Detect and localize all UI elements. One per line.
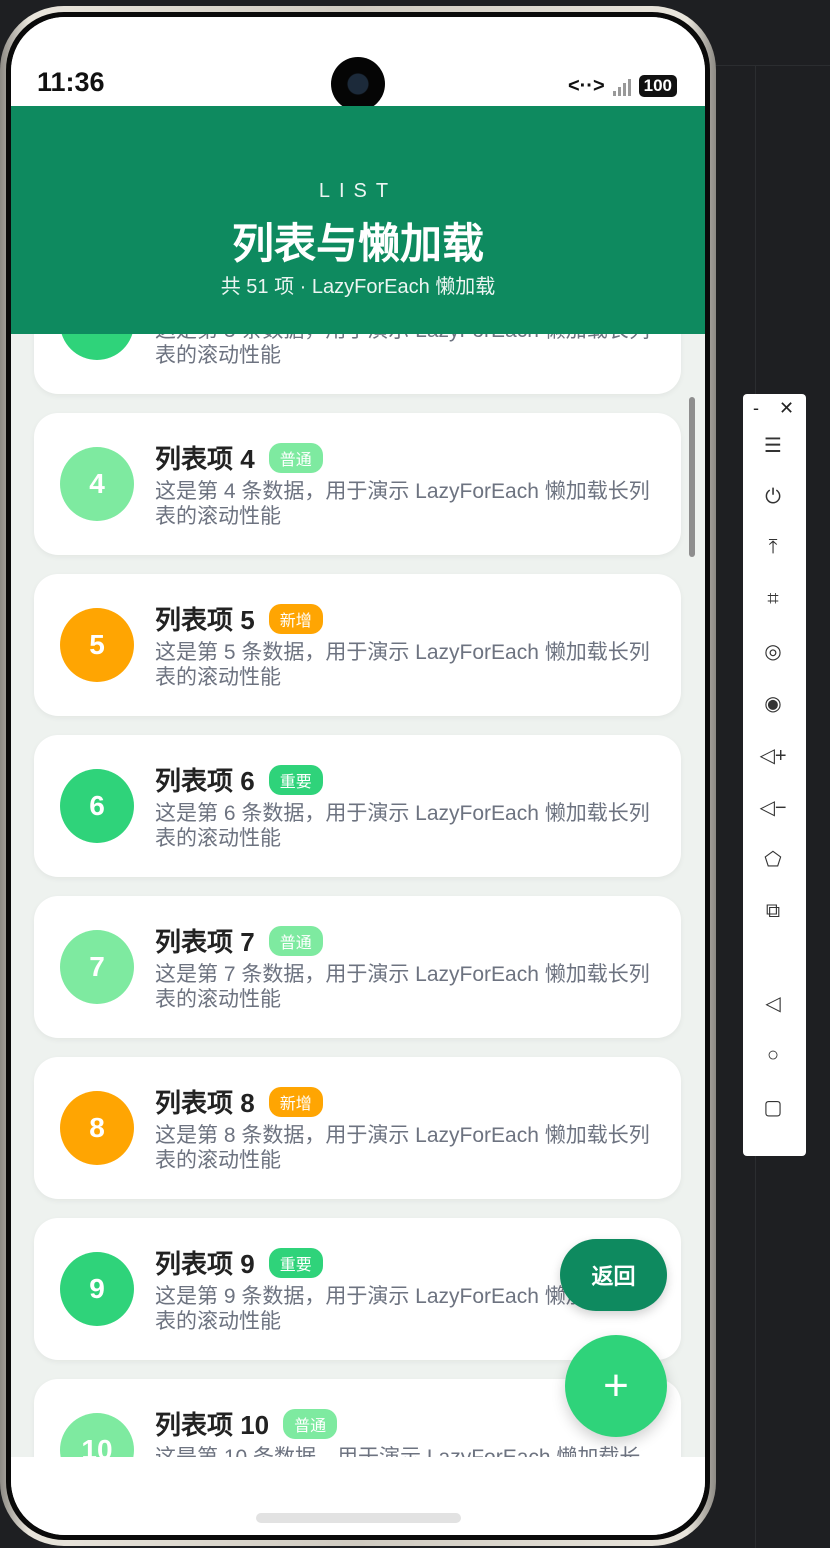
item-tag-badge: 新增 [268,603,323,634]
minimize-icon[interactable]: - [753,398,759,419]
signal-icon [612,76,631,96]
list-item[interactable]: 4 列表项 4 普通这是第 4 条数据，用于演示 LazyForEach 懒加载长列… [34,413,681,555]
item-name: 列表项 10 [155,1410,270,1440]
status-bar: 11:36 <··> 100 [11,17,705,111]
item-description: 这是第 10 条数据，用于演示 LazyForEach 懒加载长列表的滚动性能 [155,1445,660,1457]
page-title: 列表与懒加载 [231,220,484,267]
page-header: LIST 列表与懒加载 共 51 项 · LazyForEach 懒加载 [11,106,705,334]
multi-device-icon[interactable]: ⧉ [758,896,788,926]
back-nav-icon[interactable]: ◁ [758,988,788,1018]
item-title-row: 列表项 9 重要 [155,1244,323,1281]
list-item[interactable]: 8 列表项 8 新增这是第 8 条数据，用于演示 LazyForEach 懒加载长列… [34,1057,681,1199]
item-title-row: 列表项 5 新增 [155,600,323,637]
front-camera [331,57,385,111]
recents-nav-icon[interactable]: ▢ [758,1092,788,1122]
menu-icon[interactable]: ☰ [758,430,788,460]
item-avatar: 4 [60,447,134,521]
item-description: 这是第 4 条数据，用于演示 LazyForEach 懒加载长列表的滚动性能 [155,480,650,528]
screenshot-icon[interactable]: ◉ [758,688,788,718]
list-scrollbar[interactable] [689,397,695,557]
item-name: 列表项 9 [155,1249,255,1279]
item-description: 这是第 7 条数据，用于演示 LazyForEach 懒加载长列表的滚动性能 [155,963,650,1011]
add-button[interactable]: + [565,1335,667,1437]
phone-frame: 11:36 <··> 100 LIST 列表与懒加载 共 51 项 · Lazy… [0,6,716,1546]
list-item[interactable]: 7 列表项 7 普通这是第 7 条数据，用于演示 LazyForEach 懒加载长列… [34,896,681,1038]
rotate-icon[interactable]: ◎ [758,636,788,666]
crop-icon[interactable]: ⌗ [758,584,788,614]
item-description: 这是第 5 条数据，用于演示 LazyForEach 懒加载长列表的滚动性能 [155,641,650,689]
item-tag-badge: 重要 [268,764,323,795]
item-name: 列表项 6 [155,766,255,796]
item-tag-badge: 普通 [283,1408,338,1439]
close-icon[interactable]: ✕ [779,398,794,419]
item-avatar: 5 [60,608,134,682]
item-title-row: 列表项 6 重要 [155,761,323,798]
item-title-row: 列表项 10 普通 [155,1405,338,1442]
item-description: 这是第 6 条数据，用于演示 LazyForEach 懒加载长列表的滚动性能 [155,802,650,850]
home-nav-icon[interactable]: ○ [758,1040,788,1070]
battery-icon: 100 [638,75,677,97]
item-tag-badge: 普通 [268,442,323,473]
network-activity-icon: <··> [567,74,605,97]
shake-icon[interactable]: ⬠ [758,844,788,874]
item-avatar: 8 [60,1091,134,1165]
status-time: 11:36 [37,67,105,97]
volume-up-icon[interactable]: ◁+ [758,740,788,770]
list-item[interactable]: 6 列表项 6 重要这是第 6 条数据，用于演示 LazyForEach 懒加载长列… [34,735,681,877]
item-avatar: 6 [60,769,134,843]
item-name: 列表项 8 [155,1088,255,1118]
item-avatar: 7 [60,930,134,1004]
toolbar-window-controls: - ✕ [743,398,806,422]
bottom-safe-area [11,1457,705,1535]
power-icon[interactable]: ⏻ [758,482,788,512]
item-description: 这是第 3 条数据，用于演示 LazyForEach 懒加载长列表的滚动性能 [155,334,650,367]
volume-down-icon[interactable]: ◁− [758,792,788,822]
item-avatar: 10 [60,1413,134,1457]
item-name: 列表项 4 [155,444,255,474]
header-subtitle: 共 51 项 · LazyForEach 懒加载 [220,276,496,298]
list-item[interactable]: 3列表项 3新增这是第 3 条数据，用于演示 LazyForEach 懒加载长列… [34,334,681,394]
item-title-row: 列表项 4 普通 [155,439,323,476]
item-tag-badge: 普通 [268,925,323,956]
device-screen: 11:36 <··> 100 LIST 列表与懒加载 共 51 项 · Lazy… [11,17,705,1535]
item-tag-badge: 重要 [268,1247,323,1278]
home-indicator[interactable] [256,1513,461,1523]
pin-top-icon[interactable]: ⤒ [758,532,788,562]
item-description: 这是第 8 条数据，用于演示 LazyForEach 懒加载长列表的滚动性能 [155,1124,650,1172]
item-name: 列表项 7 [155,927,255,957]
emulator-toolbar: - ✕ ☰ ⏻ ⤒ ⌗ ◎ ◉ ◁+ ◁− ⬠ ⧉ ◁ ○ ▢ [743,394,806,1156]
item-name: 列表项 5 [155,605,255,635]
item-avatar: 3 [60,334,134,360]
item-title-row: 列表项 7 普通 [155,922,323,959]
status-icons: <··> 100 [568,73,677,99]
phone-bezel: 11:36 <··> 100 LIST 列表与懒加载 共 51 项 · Lazy… [6,12,710,1540]
item-title-row: 列表项 8 新增 [155,1083,323,1120]
item-avatar: 9 [60,1252,134,1326]
back-button[interactable]: 返回 [560,1239,667,1311]
header-overline: LIST [318,180,398,202]
list-item[interactable]: 5 列表项 5 新增这是第 5 条数据，用于演示 LazyForEach 懒加载长列… [34,574,681,716]
item-tag-badge: 新增 [268,1086,323,1117]
